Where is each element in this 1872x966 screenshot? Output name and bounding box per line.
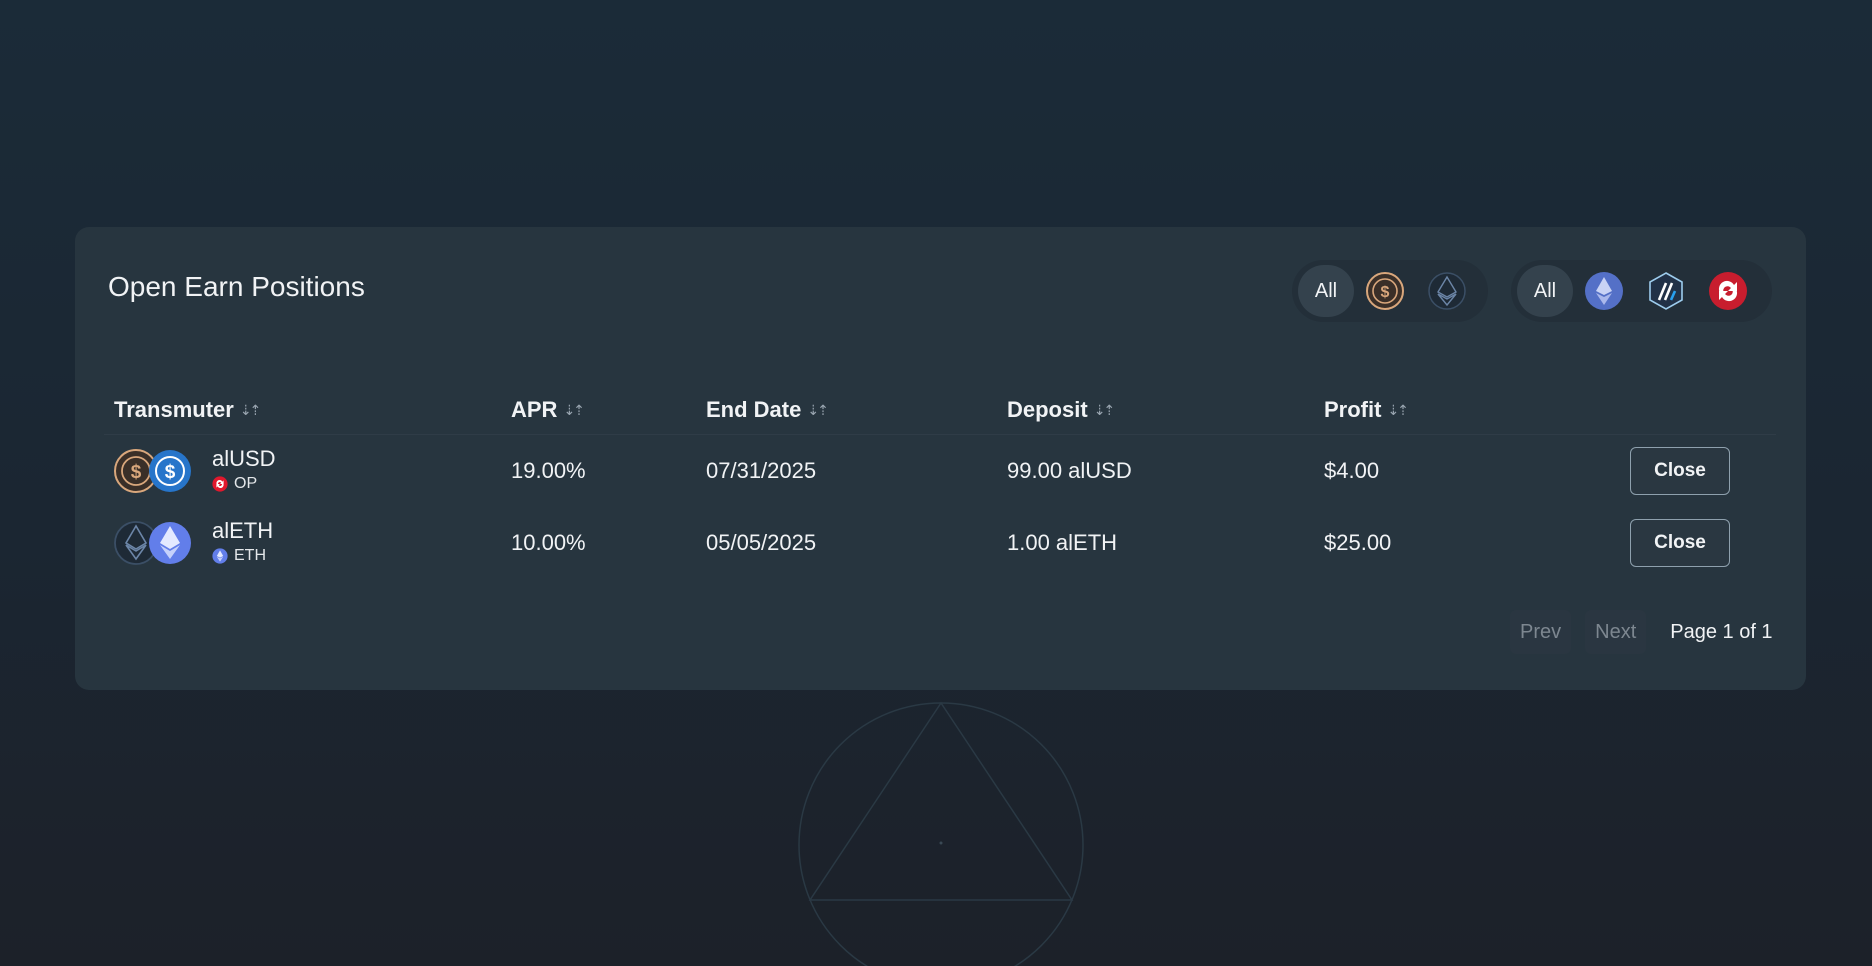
token-filter-all-button[interactable]: All	[1298, 265, 1354, 317]
optimism-icon	[1709, 272, 1747, 310]
profit-value: $25.00	[1324, 530, 1392, 555]
pagination: Prev Next Page 1 of 1	[1510, 610, 1773, 654]
token-filter: All $	[1292, 260, 1488, 322]
aleth-filter-button[interactable]	[1416, 265, 1478, 317]
close-position-button[interactable]: Close	[1630, 447, 1730, 495]
token-name: alETH	[212, 518, 274, 543]
alusd-usdc-pair-icon: $ $	[114, 449, 191, 493]
aleth-icon	[1428, 272, 1466, 310]
alusd-icon: $	[1366, 272, 1404, 310]
column-label: End Date	[706, 397, 802, 422]
table-row: alETH ETH 10.00% 05/05/2025 1.00 alETH $…	[104, 507, 1776, 579]
token-name: alUSD	[212, 446, 276, 471]
column-label: Profit	[1324, 397, 1382, 422]
column-header-deposit[interactable]: Deposit ⇣⇡	[1007, 397, 1116, 423]
network-filter: All	[1511, 260, 1772, 322]
network-filter-all-button[interactable]: All	[1517, 265, 1573, 317]
profit-value: $4.00	[1324, 458, 1380, 483]
network-label: ETH	[234, 547, 266, 564]
alusd-filter-button[interactable]: $	[1354, 265, 1416, 317]
table-header: Transmuter ⇣⇡ APR ⇣⇡ End Date ⇣⇡ Deposit…	[104, 393, 1776, 435]
sort-icon: ⇣⇡	[239, 401, 262, 418]
optimism-filter-button[interactable]	[1697, 265, 1759, 317]
svg-text:$: $	[131, 462, 142, 483]
token-network: OP	[212, 475, 257, 493]
arbitrum-filter-button[interactable]	[1635, 265, 1697, 317]
network-label: OP	[234, 475, 258, 492]
ethereum-filter-button[interactable]	[1573, 265, 1635, 317]
svg-text:$: $	[1381, 284, 1390, 301]
ethereum-icon	[212, 548, 228, 564]
deposit-value: 1.00 alETH	[1007, 530, 1118, 555]
ethereum-icon	[1585, 272, 1623, 310]
open-earn-positions-card: Open Earn Positions All $ All Transmuter…	[75, 227, 1806, 690]
background-logo-icon	[798, 701, 1084, 966]
apr-value: 10.00%	[511, 530, 586, 555]
svg-text:$: $	[165, 462, 176, 483]
end-date-value: 05/05/2025	[706, 530, 817, 555]
deposit-value: 99.00 alUSD	[1007, 458, 1132, 483]
column-label: APR	[511, 397, 558, 422]
arbitrum-icon	[1649, 272, 1683, 310]
sort-icon: ⇣⇡	[1387, 401, 1409, 418]
prev-page-button[interactable]: Prev	[1510, 610, 1572, 654]
page-info: Page 1 of 1	[1670, 620, 1773, 643]
column-header-apr[interactable]: APR ⇣⇡	[511, 397, 585, 423]
next-page-button[interactable]: Next	[1585, 610, 1647, 654]
aleth-eth-pair-icon	[114, 521, 191, 565]
token-network: ETH	[212, 547, 266, 565]
column-header-end-date[interactable]: End Date ⇣⇡	[706, 397, 829, 423]
close-position-button[interactable]: Close	[1630, 519, 1730, 567]
column-label: Deposit	[1007, 397, 1088, 422]
table-row: $ $ alUSD OP 19.00% 07/31/2025 99.00 alU…	[104, 435, 1776, 507]
column-header-transmuter[interactable]: Transmuter ⇣⇡	[114, 397, 262, 423]
optimism-icon	[212, 476, 228, 492]
sort-icon: ⇣⇡	[563, 401, 585, 418]
column-label: Transmuter	[114, 397, 234, 422]
card-title: Open Earn Positions	[108, 271, 365, 302]
apr-value: 19.00%	[511, 458, 586, 483]
end-date-value: 07/31/2025	[706, 458, 817, 483]
sort-icon: ⇣⇡	[807, 401, 829, 418]
column-header-profit[interactable]: Profit ⇣⇡	[1324, 397, 1409, 423]
sort-icon: ⇣⇡	[1093, 401, 1116, 418]
